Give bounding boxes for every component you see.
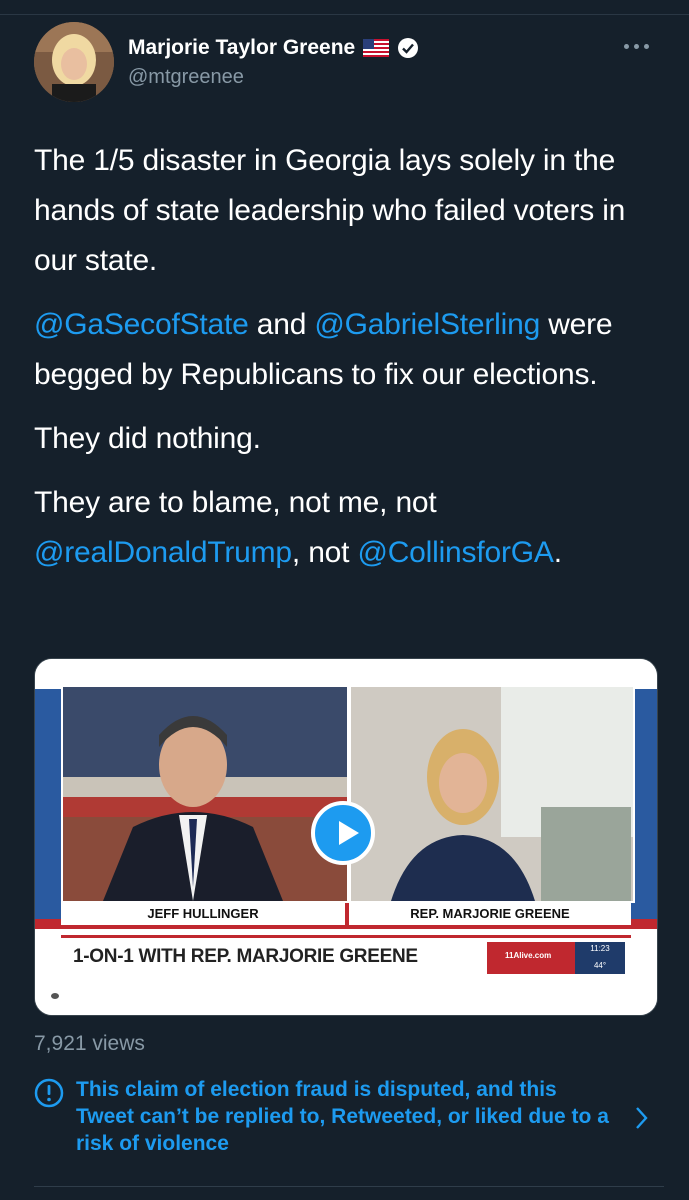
station-logo: 11Alive.com xyxy=(487,942,575,974)
tweet-paragraph-2: @GaSecofState and @GabrielSterling were … xyxy=(34,300,664,400)
video-progress-dot xyxy=(51,993,59,999)
mention-gasecofstate[interactable]: @GaSecofState xyxy=(34,308,249,341)
caption-left: JEFF HULLINGER xyxy=(61,903,345,925)
mention-collinsforga[interactable]: @CollinsforGA xyxy=(357,536,553,569)
anchor-panel xyxy=(61,685,349,903)
lower-third-text: 1-ON-1 WITH REP. MARJORIE GREENE xyxy=(73,946,418,967)
chevron-right-icon[interactable] xyxy=(634,1104,650,1132)
mention-realdonaldtrump[interactable]: @realDonaldTrump xyxy=(34,536,292,569)
avatar[interactable] xyxy=(34,22,114,102)
verified-badge-icon xyxy=(397,37,419,59)
time-text: 11:23 xyxy=(590,944,610,953)
time-weather-box: 11:23 44° xyxy=(575,942,625,974)
author-name[interactable]: Marjorie Taylor Greene xyxy=(128,36,355,60)
info-icon xyxy=(34,1078,64,1108)
misinformation-notice[interactable]: This claim of election fraud is disputed… xyxy=(34,1076,664,1162)
tweet-text-p4b: , not xyxy=(291,536,358,569)
temp-text: 44° xyxy=(593,961,607,970)
caption-right: REP. MARJORIE GREENE xyxy=(349,903,631,925)
more-options-icon[interactable] xyxy=(624,36,654,56)
view-count: 7,921 views xyxy=(34,1032,145,1055)
stars-stripe-left xyxy=(35,689,61,919)
bottom-divider xyxy=(34,1186,664,1187)
video-player[interactable]: JEFF HULLINGER REP. MARJORIE GREENE 1-ON… xyxy=(34,658,658,1016)
us-flag-icon xyxy=(363,39,390,57)
top-divider xyxy=(0,0,689,15)
tweet-text-and: and xyxy=(248,308,315,341)
lower-third: 1-ON-1 WITH REP. MARJORIE GREENE 11Alive… xyxy=(61,935,631,978)
tweet-text-p4a: They are to blame, not me, not xyxy=(34,486,437,519)
station-logo-text: 11Alive.com xyxy=(505,951,552,960)
tweet-text: The 1/5 disaster in Georgia lays solely … xyxy=(34,136,664,592)
mention-gabrielsterling[interactable]: @GabrielSterling xyxy=(314,308,540,341)
tweet-paragraph-3: They did nothing. xyxy=(34,422,261,455)
guest-panel xyxy=(349,685,635,903)
author-name-row[interactable]: Marjorie Taylor Greene xyxy=(128,36,419,60)
tweet-text-p4c: . xyxy=(553,536,562,569)
play-button[interactable] xyxy=(311,801,375,865)
tweet-paragraph-4: They are to blame, not me, not @realDona… xyxy=(34,478,664,578)
author-handle[interactable]: @mtgreenee xyxy=(128,66,244,89)
tweet-paragraph-1: The 1/5 disaster in Georgia lays solely … xyxy=(34,144,626,277)
notice-text: This claim of election fraud is disputed… xyxy=(76,1078,609,1155)
